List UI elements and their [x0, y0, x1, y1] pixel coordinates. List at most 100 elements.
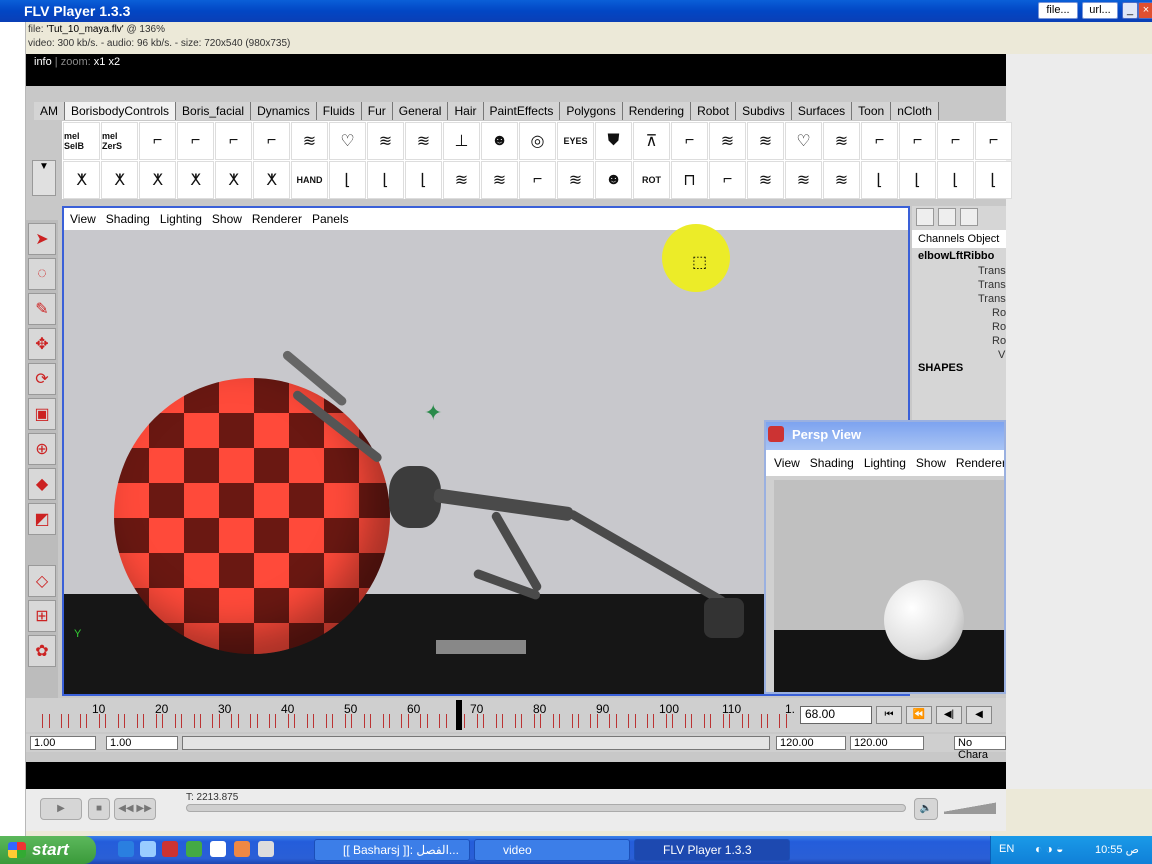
viewport-menu-show[interactable]: Show — [212, 212, 242, 226]
character-foot[interactable] — [704, 598, 744, 638]
viewport-menu-shading[interactable]: Shading — [106, 212, 150, 226]
shelf-tab[interactable]: Fur — [361, 102, 393, 120]
rotate-tool-icon[interactable]: ⟳ — [28, 363, 56, 395]
seek-buttons[interactable]: ◀◀ ▶▶ — [114, 798, 156, 820]
go-to-start-button[interactable]: ⏮ — [876, 706, 902, 724]
shelf-tool-icon[interactable]: ♡ — [329, 122, 366, 160]
zoom-x2-button[interactable]: x2 — [108, 56, 120, 68]
shelf-tool-icon[interactable]: ⌐ — [519, 161, 556, 199]
channel-row[interactable]: Trans — [978, 278, 1006, 292]
manipulator-icon[interactable]: ✦ — [424, 400, 442, 426]
channel-row[interactable]: Ro — [992, 320, 1006, 334]
tab-object[interactable]: Object — [968, 233, 1000, 245]
shelf-tool-icon[interactable]: ≋ — [747, 161, 784, 199]
character-set-field[interactable]: No Chara — [954, 736, 1006, 761]
viewport-menu-view[interactable]: View — [70, 212, 96, 226]
persp-ball[interactable] — [884, 580, 964, 660]
persp-menu-renderer[interactable]: Renderer — [956, 456, 1004, 470]
language-indicator[interactable]: EN — [999, 843, 1014, 855]
quicklaunch-icon[interactable] — [210, 841, 226, 857]
seek-bar[interactable] — [186, 804, 906, 812]
taskbar-item-video-folder[interactable]: video — [474, 839, 630, 861]
character-back-leg[interactable] — [566, 508, 728, 607]
shelf-tool-icon[interactable]: ⌊ — [405, 161, 442, 199]
quicklaunch-icon[interactable] — [234, 841, 250, 857]
tab-channels[interactable]: Channels — [918, 233, 964, 245]
shelf-tool-icon[interactable]: ≋ — [823, 122, 860, 160]
tray-icons[interactable]: ◐ ◑ ◒ — [1035, 842, 1063, 856]
shelf-tool-icon[interactable]: ⌊ — [367, 161, 404, 199]
zoom-x1-button[interactable]: x1 — [94, 56, 106, 68]
shelf-tool-icon[interactable]: ⊼ — [633, 122, 670, 160]
shelf-tool-icon[interactable]: ⌐ — [671, 122, 708, 160]
channel-row[interactable]: Ro — [992, 306, 1006, 320]
volume-slider[interactable] — [944, 800, 996, 814]
layout-four-icon[interactable]: ⊞ — [28, 600, 56, 632]
shelf-tool-icon[interactable]: ⌊ — [975, 161, 1012, 199]
checkered-ball[interactable] — [114, 378, 390, 654]
paint-tool-icon[interactable]: ✎ — [28, 293, 56, 325]
shelf-tool-icon[interactable]: ⵅ — [215, 161, 252, 199]
shelf-tool-icon[interactable]: ♡ — [785, 122, 822, 160]
persp-menu-view[interactable]: View — [774, 456, 800, 470]
shelf-tab[interactable]: Polygons — [560, 102, 623, 120]
shelf-tab[interactable]: AM — [34, 102, 65, 120]
channel-list-icon[interactable] — [916, 208, 934, 226]
shelf-tool-icon[interactable]: ≋ — [709, 122, 746, 160]
attribute-list-icon[interactable] — [960, 208, 978, 226]
shelf-tab[interactable]: General — [392, 102, 449, 120]
shelf-menu-arrow[interactable]: ▼ — [32, 160, 56, 196]
manipulator-tool-icon[interactable]: ⊕ — [28, 433, 56, 465]
render-icon[interactable]: ✿ — [28, 635, 56, 667]
shelf-tool-icon[interactable]: ROT — [633, 161, 670, 199]
current-time-marker[interactable] — [456, 700, 462, 730]
shelf-tool-icon[interactable]: ⌊ — [937, 161, 974, 199]
channel-row[interactable]: V — [992, 348, 1006, 362]
persp-menu-lighting[interactable]: Lighting — [864, 456, 906, 470]
shelf-tool-icon[interactable]: ◎ — [519, 122, 556, 160]
shelf-tool-icon[interactable]: HAND — [291, 161, 328, 199]
select-tool-icon[interactable]: ➤ — [28, 223, 56, 255]
shelf-tool-icon[interactable]: ≋ — [405, 122, 442, 160]
shelf-tool-icon[interactable]: ≋ — [785, 161, 822, 199]
shelf-tool-icon[interactable]: mel SelB — [63, 122, 100, 160]
layer-list-icon[interactable] — [938, 208, 956, 226]
shelf-tool-icon[interactable]: ≋ — [481, 161, 518, 199]
persp-menu-shading[interactable]: Shading — [810, 456, 854, 470]
shelf-tab[interactable]: Subdivs — [736, 102, 792, 120]
shelf-tool-icon[interactable]: mel ZerS — [101, 122, 138, 160]
shelf-tool-icon[interactable]: ⌐ — [709, 161, 746, 199]
shelf-tab[interactable]: PaintEffects — [483, 102, 561, 120]
info-button[interactable]: info — [34, 56, 52, 68]
persp-viewport[interactable] — [774, 480, 1004, 692]
channel-row[interactable]: Trans — [978, 264, 1006, 278]
shelf-tool-icon[interactable]: ⵅ — [177, 161, 214, 199]
move-tool-icon[interactable]: ✥ — [28, 328, 56, 360]
channel-row[interactable]: Trans — [978, 292, 1006, 306]
scale-tool-icon[interactable]: ▣ — [28, 398, 56, 430]
shelf-tool-icon[interactable]: ☻ — [481, 122, 518, 160]
open-file-button[interactable]: file... — [1038, 2, 1078, 19]
last-tool-icon[interactable]: ◩ — [28, 503, 56, 535]
playback-start-field[interactable]: 1.00 — [106, 736, 178, 750]
volume-icon[interactable]: 🔈 — [914, 798, 938, 820]
shelf-tool-icon[interactable]: ≋ — [823, 161, 860, 199]
stop-button[interactable]: ■ — [88, 798, 110, 820]
step-back-frame-button[interactable]: ◀| — [936, 706, 962, 724]
taskbar-item-browser[interactable]: [[ Basharsj ]]: الفصل... — [314, 839, 470, 861]
shelf-tab[interactable]: Rendering — [622, 102, 692, 120]
persp-menu-show[interactable]: Show — [916, 456, 946, 470]
shelf-tab[interactable]: Hair — [448, 102, 484, 120]
shelf-tool-icon[interactable]: ⌐ — [899, 122, 936, 160]
quicklaunch-icon[interactable] — [186, 841, 202, 857]
close-button[interactable]: × — [1138, 2, 1152, 19]
shelf-tool-icon[interactable]: ☻ — [595, 161, 632, 199]
range-slider[interactable] — [182, 736, 770, 750]
step-back-key-button[interactable]: ⏪ — [906, 706, 932, 724]
quicklaunch-icon[interactable] — [140, 841, 156, 857]
shelf-tab[interactable]: Toon — [852, 102, 892, 120]
shelf-tool-icon[interactable]: ⵅ — [139, 161, 176, 199]
shelf-tab[interactable]: Fluids — [316, 102, 362, 120]
shelf-tab[interactable]: nCloth — [891, 102, 939, 120]
soft-mod-tool-icon[interactable]: ◆ — [28, 468, 56, 500]
